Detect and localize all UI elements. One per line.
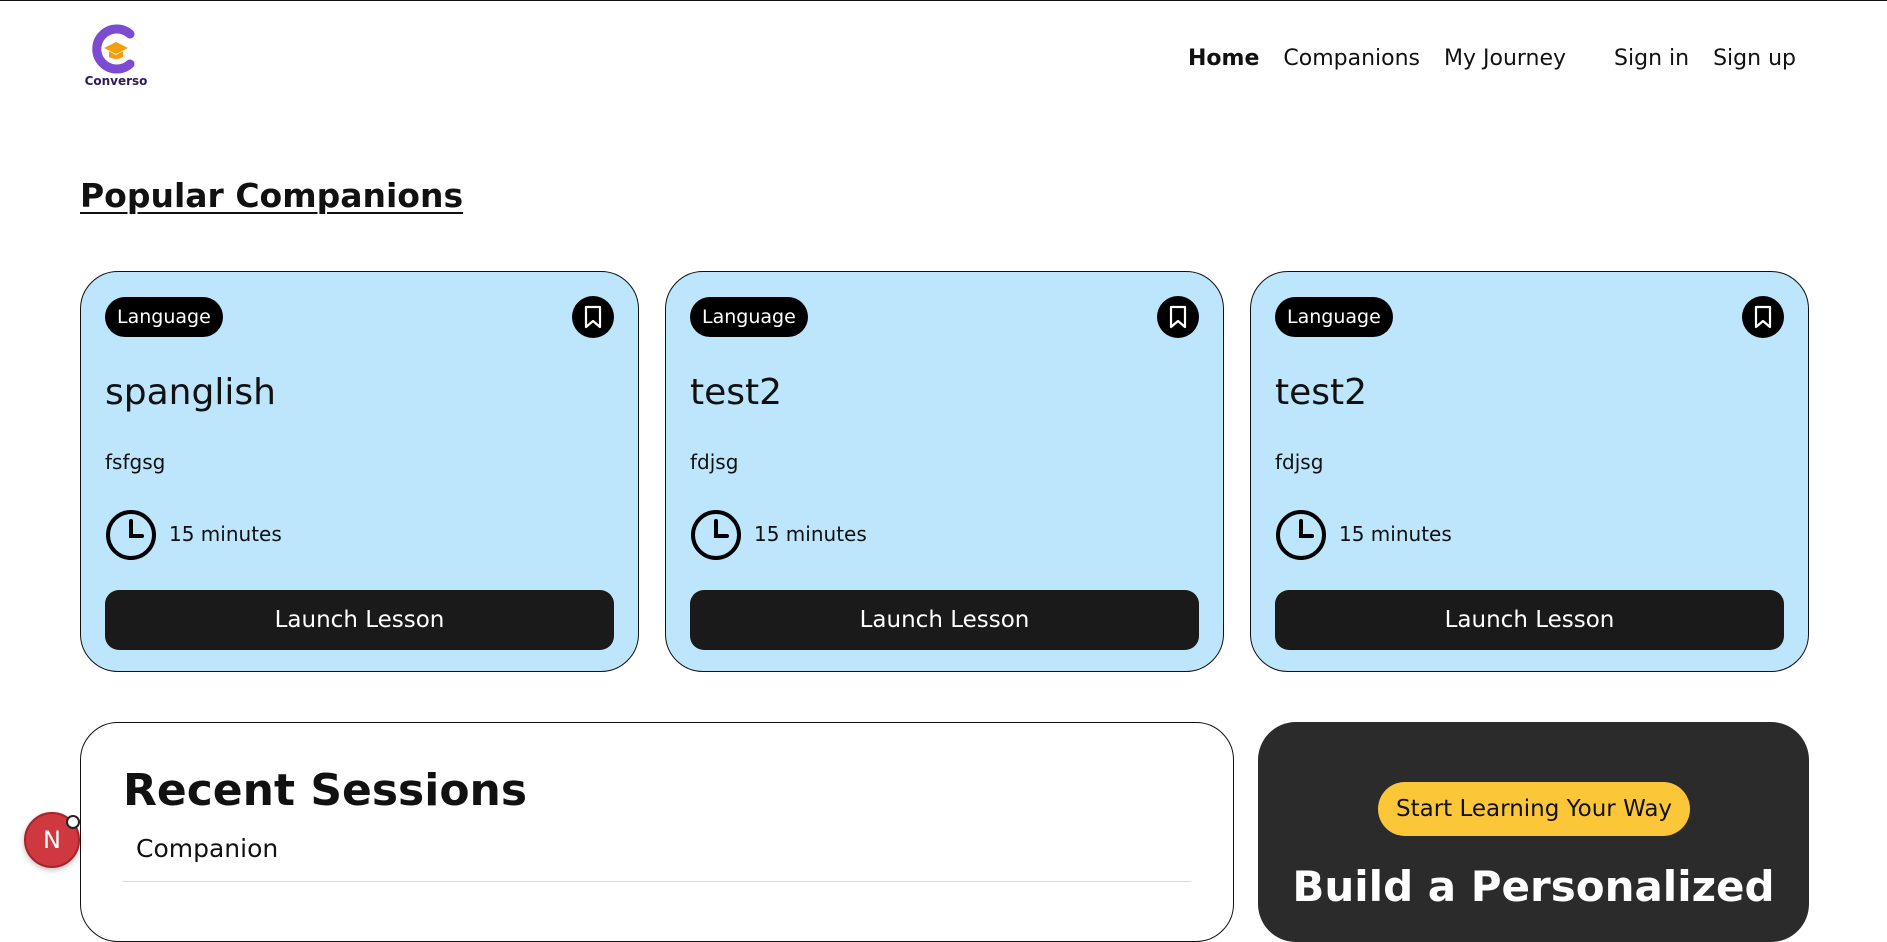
companion-card: Language test2 fdjsg 15 minutes Launch L…	[665, 271, 1224, 672]
cta-heading: Build a Personalized	[1292, 862, 1775, 911]
companion-duration: 15 minutes	[1339, 522, 1452, 546]
popular-companions-title: Popular Companions	[80, 176, 464, 215]
nav-my-journey[interactable]: My Journey	[1444, 46, 1566, 71]
companion-name: test2	[1275, 372, 1368, 413]
companion-card: Language test2 fdjsg 15 minutes Launch L…	[1250, 271, 1809, 672]
clock-icon	[106, 510, 156, 560]
sign-up-link[interactable]: Sign up	[1713, 46, 1796, 71]
nav-companions[interactable]: Companions	[1283, 46, 1420, 71]
companion-cards: Language spanglish fsfgsg 15 minutes Lau…	[80, 271, 1809, 674]
top-border	[0, 0, 1887, 1]
subject-badge: Language	[690, 297, 808, 337]
table-divider	[123, 881, 1191, 882]
companion-duration: 15 minutes	[169, 522, 282, 546]
logo-text: Converso	[84, 74, 148, 88]
dev-indicator-dot	[66, 815, 80, 829]
converso-logo-icon	[92, 24, 135, 74]
bookmark-button[interactable]	[1157, 296, 1199, 338]
subject-badge: Language	[1275, 297, 1393, 337]
bookmark-button[interactable]	[572, 296, 614, 338]
clock-icon	[1276, 510, 1326, 560]
nav-home[interactable]: Home	[1188, 46, 1259, 71]
launch-lesson-button[interactable]: Launch Lesson	[690, 590, 1199, 650]
column-header-companion: Companion	[136, 834, 279, 863]
bookmark-button[interactable]	[1742, 296, 1784, 338]
launch-lesson-button[interactable]: Launch Lesson	[105, 590, 614, 650]
bookmark-icon	[1754, 305, 1772, 329]
bookmark-icon	[584, 305, 602, 329]
bookmark-icon	[1169, 305, 1187, 329]
main-nav: Home Companions My Journey Sign in Sign …	[1188, 40, 1796, 76]
companion-duration: 15 minutes	[754, 522, 867, 546]
clock-icon	[691, 510, 741, 560]
converso-logo[interactable]: Converso	[82, 24, 150, 92]
companion-topic: fdjsg	[1275, 450, 1324, 474]
companion-topic: fsfgsg	[105, 450, 166, 474]
cta-badge: Start Learning Your Way	[1378, 782, 1691, 836]
companion-name: test2	[690, 372, 783, 413]
companion-card: Language spanglish fsfgsg 15 minutes Lau…	[80, 271, 639, 672]
cta-panel: Start Learning Your Way Build a Personal…	[1258, 722, 1809, 942]
launch-lesson-button[interactable]: Launch Lesson	[1275, 590, 1784, 650]
recent-sessions-panel: Recent Sessions Companion	[80, 722, 1234, 942]
companion-name: spanglish	[105, 372, 276, 413]
sign-in-link[interactable]: Sign in	[1614, 46, 1689, 71]
companion-topic: fdjsg	[690, 450, 739, 474]
recent-sessions-title: Recent Sessions	[123, 765, 528, 816]
subject-badge: Language	[105, 297, 223, 337]
